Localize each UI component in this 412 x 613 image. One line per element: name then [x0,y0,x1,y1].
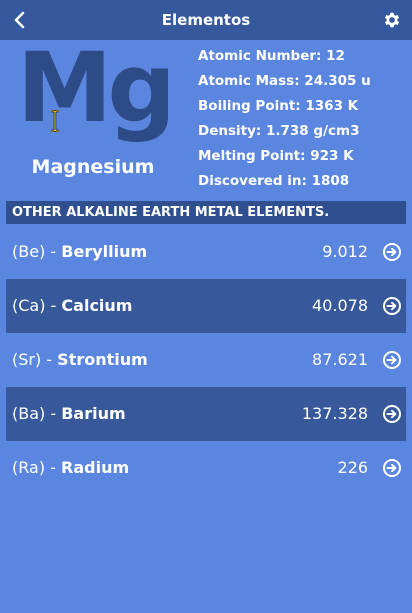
list-item-mass: 87.621 [312,350,368,369]
property-label: Atomic Number: [198,48,322,64]
property-melting-point: Melting Point: 923 K [198,148,408,173]
property-label: Discovered in: [198,173,307,189]
list-item-name: Radium [61,458,130,477]
list-item-calcium[interactable]: (Ca) - Calcium 40.078 [6,279,406,333]
property-atomic-number: Atomic Number: 12 [198,48,408,73]
property-label: Density: [198,123,262,139]
list-item-name: Calcium [61,296,133,315]
text-cursor-icon [51,110,59,132]
list-item-symbol: (Ca) [12,296,46,315]
element-name: Magnesium [31,156,155,178]
list-item-symbol: (Sr) [12,350,42,369]
list-item-strontium[interactable]: (Sr) - Strontium 87.621 [6,333,406,387]
list-item-name: Barium [61,404,126,423]
property-value: 923 K [310,148,354,164]
property-value: 1.738 g/cm3 [266,123,360,139]
property-label: Melting Point: [198,148,306,164]
arrow-circle-right-icon[interactable] [382,242,402,262]
arrow-circle-right-icon[interactable] [382,350,402,370]
list-item-mass: 9.012 [322,242,368,261]
list-item-symbol: (Be) [12,242,46,261]
list-item-radium[interactable]: (Ra) - Radium 226 [6,441,406,495]
element-hero: Mg Magnesium Atomic Number: 12 Atomic Ma… [0,40,412,198]
list-item-name: Beryllium [61,242,148,261]
element-symbol: Mg [16,32,176,144]
list-item-mass: 40.078 [312,296,368,315]
property-value: 24.305 u [304,73,371,89]
list-item-mass: 137.328 [301,404,368,423]
list-item-label: (Sr) - Strontium [12,350,148,369]
property-discovered-in: Discovered in: 1808 [198,173,408,198]
list-item-symbol: (Ba) [12,404,46,423]
list-item-barium[interactable]: (Ba) - Barium 137.328 [6,387,406,441]
property-value: 1363 K [305,98,359,114]
list-item-label: (Be) - Beryllium [12,242,148,261]
arrow-circle-right-icon[interactable] [382,296,402,316]
property-label: Atomic Mass: [198,73,300,89]
property-value: 1808 [311,173,350,189]
property-value: 12 [326,48,345,64]
list-item-label: (Ca) - Calcium [12,296,133,315]
property-atomic-mass: Atomic Mass: 24.305 u [198,73,408,98]
property-boiling-point: Boiling Point: 1363 K [198,98,408,123]
gear-icon [384,12,400,28]
element-properties: Atomic Number: 12 Atomic Mass: 24.305 u … [198,48,408,198]
property-density: Density: 1.738 g/cm3 [198,123,408,148]
list-item-name: Strontium [57,350,148,369]
list-item-beryllium[interactable]: (Be) - Beryllium 9.012 [6,225,406,279]
list-item-label: (Ra) - Radium [12,458,130,477]
related-elements-list: (Be) - Beryllium 9.012 (Ca) - Calcium 40… [6,225,406,495]
list-item-mass: 226 [337,458,368,477]
property-label: Boiling Point: [198,98,301,114]
arrow-circle-right-icon[interactable] [382,458,402,478]
section-title: OTHER ALKALINE EARTH METAL ELEMENTS. [12,205,330,220]
section-header: OTHER ALKALINE EARTH METAL ELEMENTS. [6,201,406,224]
list-item-symbol: (Ra) [12,458,46,477]
arrow-circle-right-icon[interactable] [382,404,402,424]
settings-button[interactable] [380,8,404,32]
list-item-label: (Ba) - Barium [12,404,126,423]
